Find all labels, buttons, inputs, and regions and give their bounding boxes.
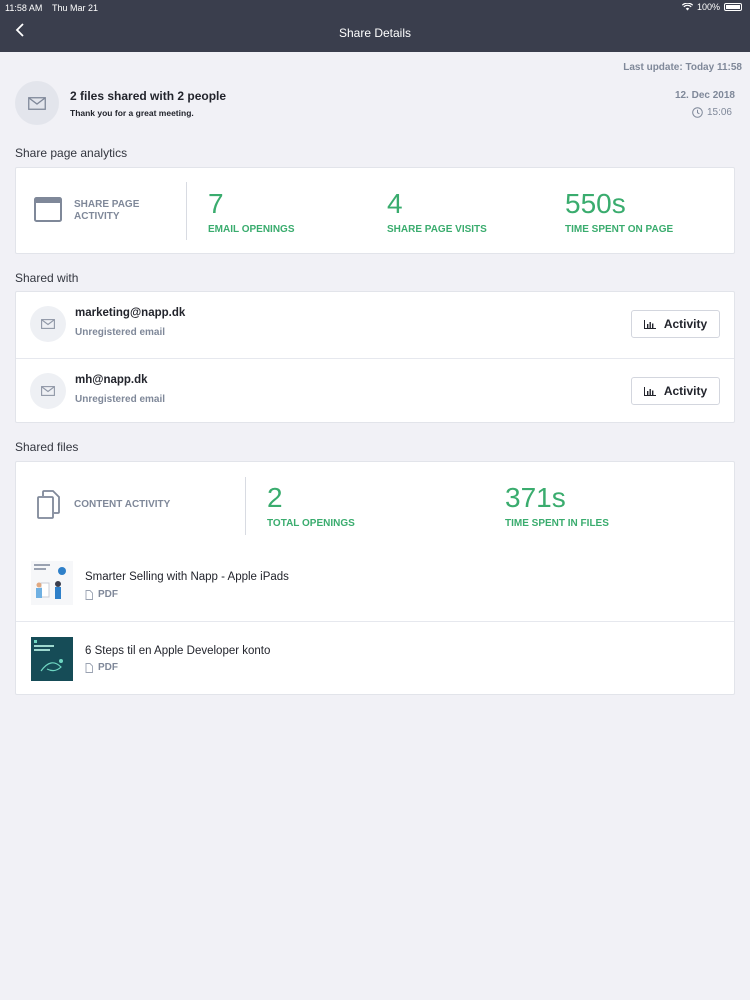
battery-icon	[724, 3, 742, 11]
share-summary-message: Thank you for a great meeting.	[70, 108, 194, 118]
total-openings-label: TOTAL OPENINGS	[267, 518, 355, 529]
file-type-label: PDF	[98, 662, 118, 673]
bar-chart-icon	[643, 386, 656, 396]
wifi-icon	[681, 3, 693, 11]
content-activity-label: CONTENT ACTIVITY	[74, 499, 171, 510]
file-row[interactable]: 6 Steps til en Apple Developer konto PDF	[16, 622, 734, 695]
bar-chart-icon	[643, 319, 656, 329]
recipient-avatar	[30, 373, 66, 409]
recipient-status: Unregistered email	[75, 394, 166, 405]
recipient-status: Unregistered email	[75, 327, 166, 338]
shared-files-section-label: Shared files	[15, 440, 79, 454]
activity-button-label: Activity	[663, 384, 708, 398]
activity-button[interactable]: Activity	[631, 310, 720, 338]
page-title: Share Details	[338, 26, 412, 40]
browser-window-icon	[34, 197, 62, 222]
recipient-row: marketing@napp.dk Unregistered email Act…	[16, 292, 734, 358]
status-indicators: 100%	[681, 2, 742, 12]
envelope-icon	[28, 96, 46, 110]
time-spent-in-files-label: TIME SPENT IN FILES	[505, 518, 609, 529]
file-thumbnail	[31, 561, 73, 605]
share-date: 12. Dec 2018	[674, 90, 735, 101]
time-spent-in-files-value: 371s	[505, 482, 566, 513]
shared-files-card: CONTENT ACTIVITY 2 TOTAL OPENINGS 371s T…	[15, 461, 735, 695]
shared-with-card: marketing@napp.dk Unregistered email Act…	[15, 291, 735, 423]
share-page-activity-label: SHARE PAGE ACTIVITY	[74, 199, 139, 223]
email-openings-label: EMAIL OPENINGS	[208, 224, 295, 235]
navigation-bar: 11:58 AM Thu Mar 21 100% Share Details	[0, 0, 750, 52]
clock-icon	[692, 107, 703, 118]
total-openings-value: 2	[267, 482, 283, 513]
file-type: PDF	[85, 589, 118, 600]
recipient-row: mh@napp.dk Unregistered email Activity	[16, 358, 734, 424]
email-openings-value: 7	[208, 188, 224, 219]
recipient-email: mh@napp.dk	[75, 374, 148, 386]
share-summary-title: 2 files shared with 2 people	[70, 89, 227, 103]
recipient-avatar	[30, 306, 66, 342]
file-thumbnail	[31, 637, 73, 681]
share-avatar	[15, 81, 59, 125]
envelope-icon	[41, 319, 55, 329]
share-page-visits-label: SHARE PAGE VISITS	[387, 224, 487, 235]
shared-with-section-label: Shared with	[15, 271, 79, 285]
analytics-section-label: Share page analytics	[15, 146, 128, 160]
time-spent-on-page-value: 550s	[565, 188, 626, 219]
file-type: PDF	[85, 662, 118, 673]
share-page-visits-value: 4	[387, 188, 403, 219]
document-icon	[85, 589, 93, 600]
status-date: Thu Mar 21	[52, 3, 99, 13]
document-icon	[85, 662, 93, 673]
share-page-activity-label-line2: ACTIVITY	[74, 211, 120, 222]
file-title: Smarter Selling with Napp - Apple iPads	[85, 571, 289, 583]
activity-button-label: Activity	[663, 317, 708, 331]
divider	[186, 182, 187, 240]
status-time: 11:58 AM	[5, 3, 43, 13]
recipient-email: marketing@napp.dk	[75, 307, 186, 319]
file-title: 6 Steps til en Apple Developer konto	[85, 645, 271, 657]
share-page-activity-label-line1: SHARE PAGE	[74, 199, 140, 210]
share-time-label: 15:06	[706, 107, 732, 118]
share-time: 15:06	[692, 107, 732, 118]
envelope-icon	[41, 386, 55, 396]
time-spent-on-page-label: TIME SPENT ON PAGE	[565, 224, 674, 235]
battery-percentage: 100%	[696, 2, 720, 12]
copy-files-icon	[37, 490, 60, 519]
file-type-label: PDF	[98, 589, 118, 600]
file-row[interactable]: Smarter Selling with Napp - Apple iPads …	[16, 549, 734, 622]
share-page-analytics-card: SHARE PAGE ACTIVITY 7 EMAIL OPENINGS 4 S…	[15, 167, 735, 254]
last-update-text: Last update: Today 11:58	[623, 62, 742, 73]
divider	[245, 477, 246, 535]
activity-button[interactable]: Activity	[631, 377, 720, 405]
